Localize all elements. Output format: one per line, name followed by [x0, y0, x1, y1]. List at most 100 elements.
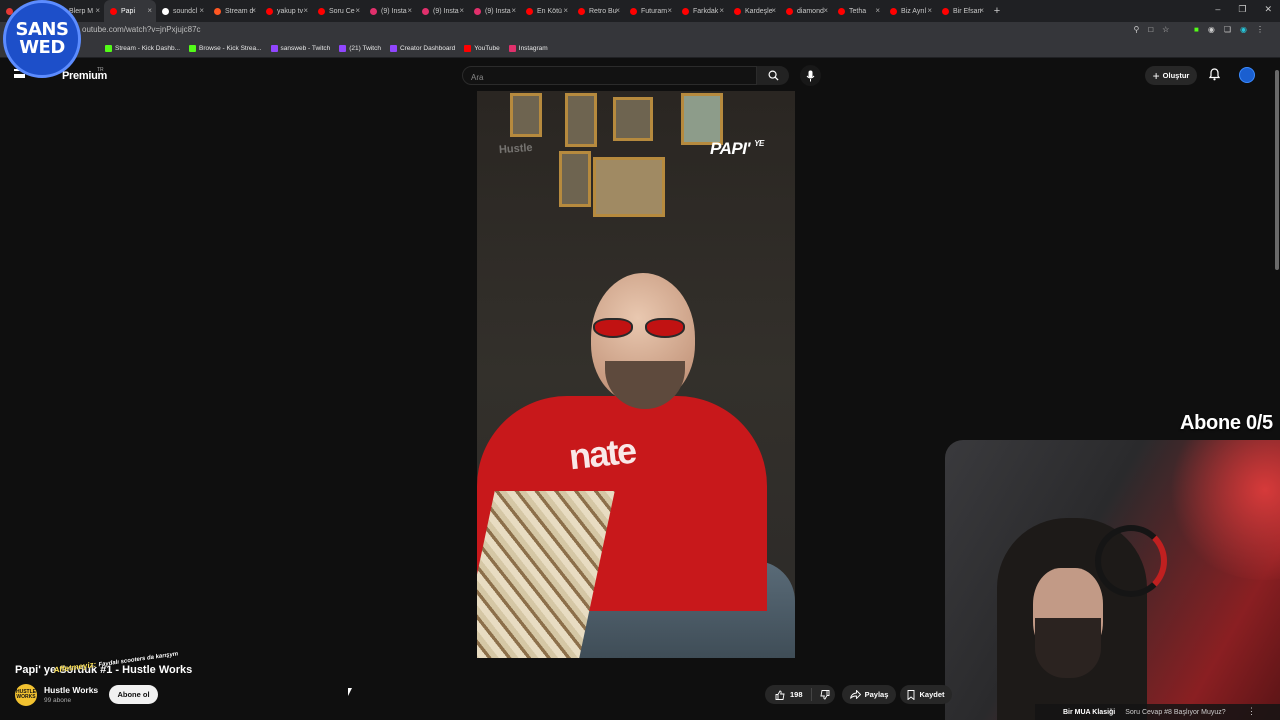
search-box[interactable] — [462, 66, 757, 86]
bookmarks-bar: Stream - Kick Dashb... Browse - Kick Stre… — [0, 40, 1280, 58]
url-text[interactable]: outube.com/watch?v=jnPxjujc87c — [82, 25, 201, 34]
browser-tab[interactable]: (9) Insta × — [468, 0, 520, 22]
tab-close-icon[interactable]: × — [459, 6, 464, 15]
like-dislike-group: 198 — [765, 685, 835, 704]
tab-label: Bir Efsan — [953, 7, 982, 15]
tab-close-icon[interactable]: × — [147, 6, 152, 15]
lens-right — [645, 318, 685, 338]
browser-tab[interactable]: Bir Efsan × — [936, 0, 988, 22]
browser-tab[interactable]: Farkdak × — [676, 0, 728, 22]
dislike-button[interactable] — [812, 689, 838, 700]
thumbs-down-icon — [819, 689, 829, 699]
tab-favicon-icon — [370, 7, 377, 15]
bookmark-star-icon[interactable]: ☆ — [1162, 25, 1169, 34]
tab-close-icon[interactable]: × — [823, 6, 828, 15]
video-player[interactable]: Hustle PAPI' YE nate — [477, 91, 795, 658]
tab-close-icon[interactable]: × — [563, 6, 568, 15]
tab-close-icon[interactable]: × — [199, 6, 204, 15]
browser-tab[interactable]: diamond × — [780, 0, 832, 22]
browser-tab[interactable]: Futuram × — [624, 0, 676, 22]
save-button[interactable]: Kaydet — [900, 685, 952, 704]
bookmark-favicon-icon — [389, 45, 397, 52]
install-icon[interactable]: □ — [1148, 25, 1153, 34]
tab-close-icon[interactable]: × — [979, 6, 984, 15]
tab-close-icon[interactable]: × — [355, 6, 360, 15]
tab-close-icon[interactable]: × — [407, 6, 412, 15]
tab-close-icon[interactable]: × — [511, 6, 516, 15]
browser-tab[interactable]: yakup tv × — [260, 0, 312, 22]
browser-tab[interactable]: En Kötü × — [520, 0, 572, 22]
profile-icon[interactable]: ◉ — [1240, 25, 1247, 34]
extension-icon[interactable]: ■ — [1194, 25, 1199, 34]
channel-avatar[interactable]: HUSTLE WORKS — [15, 684, 37, 706]
browser-tab[interactable]: (9) Insta × — [416, 0, 468, 22]
page-scrollbar[interactable] — [1274, 62, 1280, 272]
create-button[interactable]: + Oluştur — [1145, 66, 1197, 85]
bookmark-favicon-icon — [189, 45, 197, 52]
browser-tab[interactable]: Retro Bu × — [572, 0, 624, 22]
zoom-icon[interactable]: ⚲ — [1133, 25, 1139, 34]
bookmark-item[interactable]: Browse - Kick Strea... — [189, 45, 262, 52]
browser-tab[interactable]: Biz Ayrıl × — [884, 0, 936, 22]
bookmark-item[interactable]: Stream - Kick Dashb... — [105, 45, 180, 52]
tab-label: (9) Insta — [485, 7, 511, 15]
tab-favicon-icon — [266, 7, 273, 15]
bookmark-label: Stream - Kick Dashb... — [115, 45, 181, 52]
new-tab-button[interactable]: + — [988, 5, 1006, 17]
share-button[interactable]: Paylaş — [842, 685, 896, 704]
tab-close-icon[interactable]: × — [667, 6, 672, 15]
minimize-icon[interactable]: – — [1215, 4, 1220, 15]
tab-close-icon[interactable]: × — [719, 6, 724, 15]
more-options-icon[interactable]: ⋮ — [1247, 706, 1256, 717]
search-button[interactable] — [757, 66, 789, 85]
address-bar[interactable]: outube.com/watch?v=jnPxjujc87c ⚲ □ ☆ ■ ◉… — [0, 22, 1280, 40]
channel-subscriber-count: 99 abone — [44, 697, 72, 704]
scrollbar-thumb[interactable] — [1275, 70, 1279, 270]
tab-label: yakup tv — [277, 7, 304, 15]
restore-icon[interactable]: ❐ — [1238, 4, 1246, 15]
browser-tab[interactable]: Soru Ce × — [312, 0, 364, 22]
browser-tab[interactable]: Stream d × — [208, 0, 260, 22]
subscriber-goal-counter: Abone 0/5 — [1180, 412, 1273, 434]
share-icon — [849, 690, 861, 699]
tab-close-icon[interactable]: × — [615, 6, 620, 15]
browser-tab[interactable]: Tetha × — [832, 0, 884, 22]
tab-close-icon[interactable]: × — [251, 6, 256, 15]
bookmark-item[interactable]: (21) Twitch — [339, 45, 381, 52]
bookmark-item[interactable]: Instagram — [508, 45, 548, 52]
extension-icon[interactable]: ◉ — [1208, 25, 1215, 34]
subscribe-button[interactable]: Abone ol — [109, 685, 158, 704]
account-avatar[interactable] — [1239, 67, 1255, 83]
tab-favicon-icon — [890, 7, 897, 15]
tab-close-icon[interactable]: × — [95, 6, 100, 15]
browser-tab[interactable]: Papi × — [104, 0, 156, 22]
search-input[interactable] — [463, 69, 739, 86]
tab-favicon-icon — [214, 7, 221, 15]
bookmark-item[interactable]: YouTube — [464, 45, 500, 52]
mouse-cursor — [348, 688, 352, 696]
stream-ticker: Bir MUA Klasiği Soru Cevap #8 Başlıyor M… — [1035, 704, 1280, 720]
extension-icon[interactable]: ❏ — [1224, 25, 1231, 34]
menu-dots-icon[interactable]: ⋮ — [1256, 25, 1264, 34]
notifications-bell-icon[interactable] — [1209, 68, 1220, 81]
tab-favicon-icon — [630, 7, 637, 15]
tab-close-icon[interactable]: × — [875, 6, 880, 15]
tab-favicon-icon — [474, 7, 481, 15]
tab-label: Stream d — [225, 7, 254, 15]
bookmark-item[interactable]: Creator Dashboard — [389, 45, 455, 52]
browser-tab[interactable]: (9) Insta × — [364, 0, 416, 22]
bookmark-item[interactable]: sansweb - Twitch — [270, 45, 330, 52]
browser-tab[interactable]: Kardeşle × — [728, 0, 780, 22]
tab-close-icon[interactable]: × — [303, 6, 308, 15]
tab-favicon-icon — [526, 7, 533, 15]
tab-favicon-icon — [422, 7, 429, 15]
voice-search-button[interactable] — [800, 65, 821, 86]
tab-close-icon[interactable]: × — [927, 6, 932, 15]
like-button[interactable]: 198 — [765, 688, 812, 701]
channel-name[interactable]: Hustle Works — [44, 685, 98, 695]
create-label: Oluştur — [1162, 71, 1190, 80]
tab-close-icon[interactable]: × — [771, 6, 776, 15]
close-window-icon[interactable]: ✕ — [1264, 4, 1272, 15]
browser-tab[interactable]: soundcl × — [156, 0, 208, 22]
